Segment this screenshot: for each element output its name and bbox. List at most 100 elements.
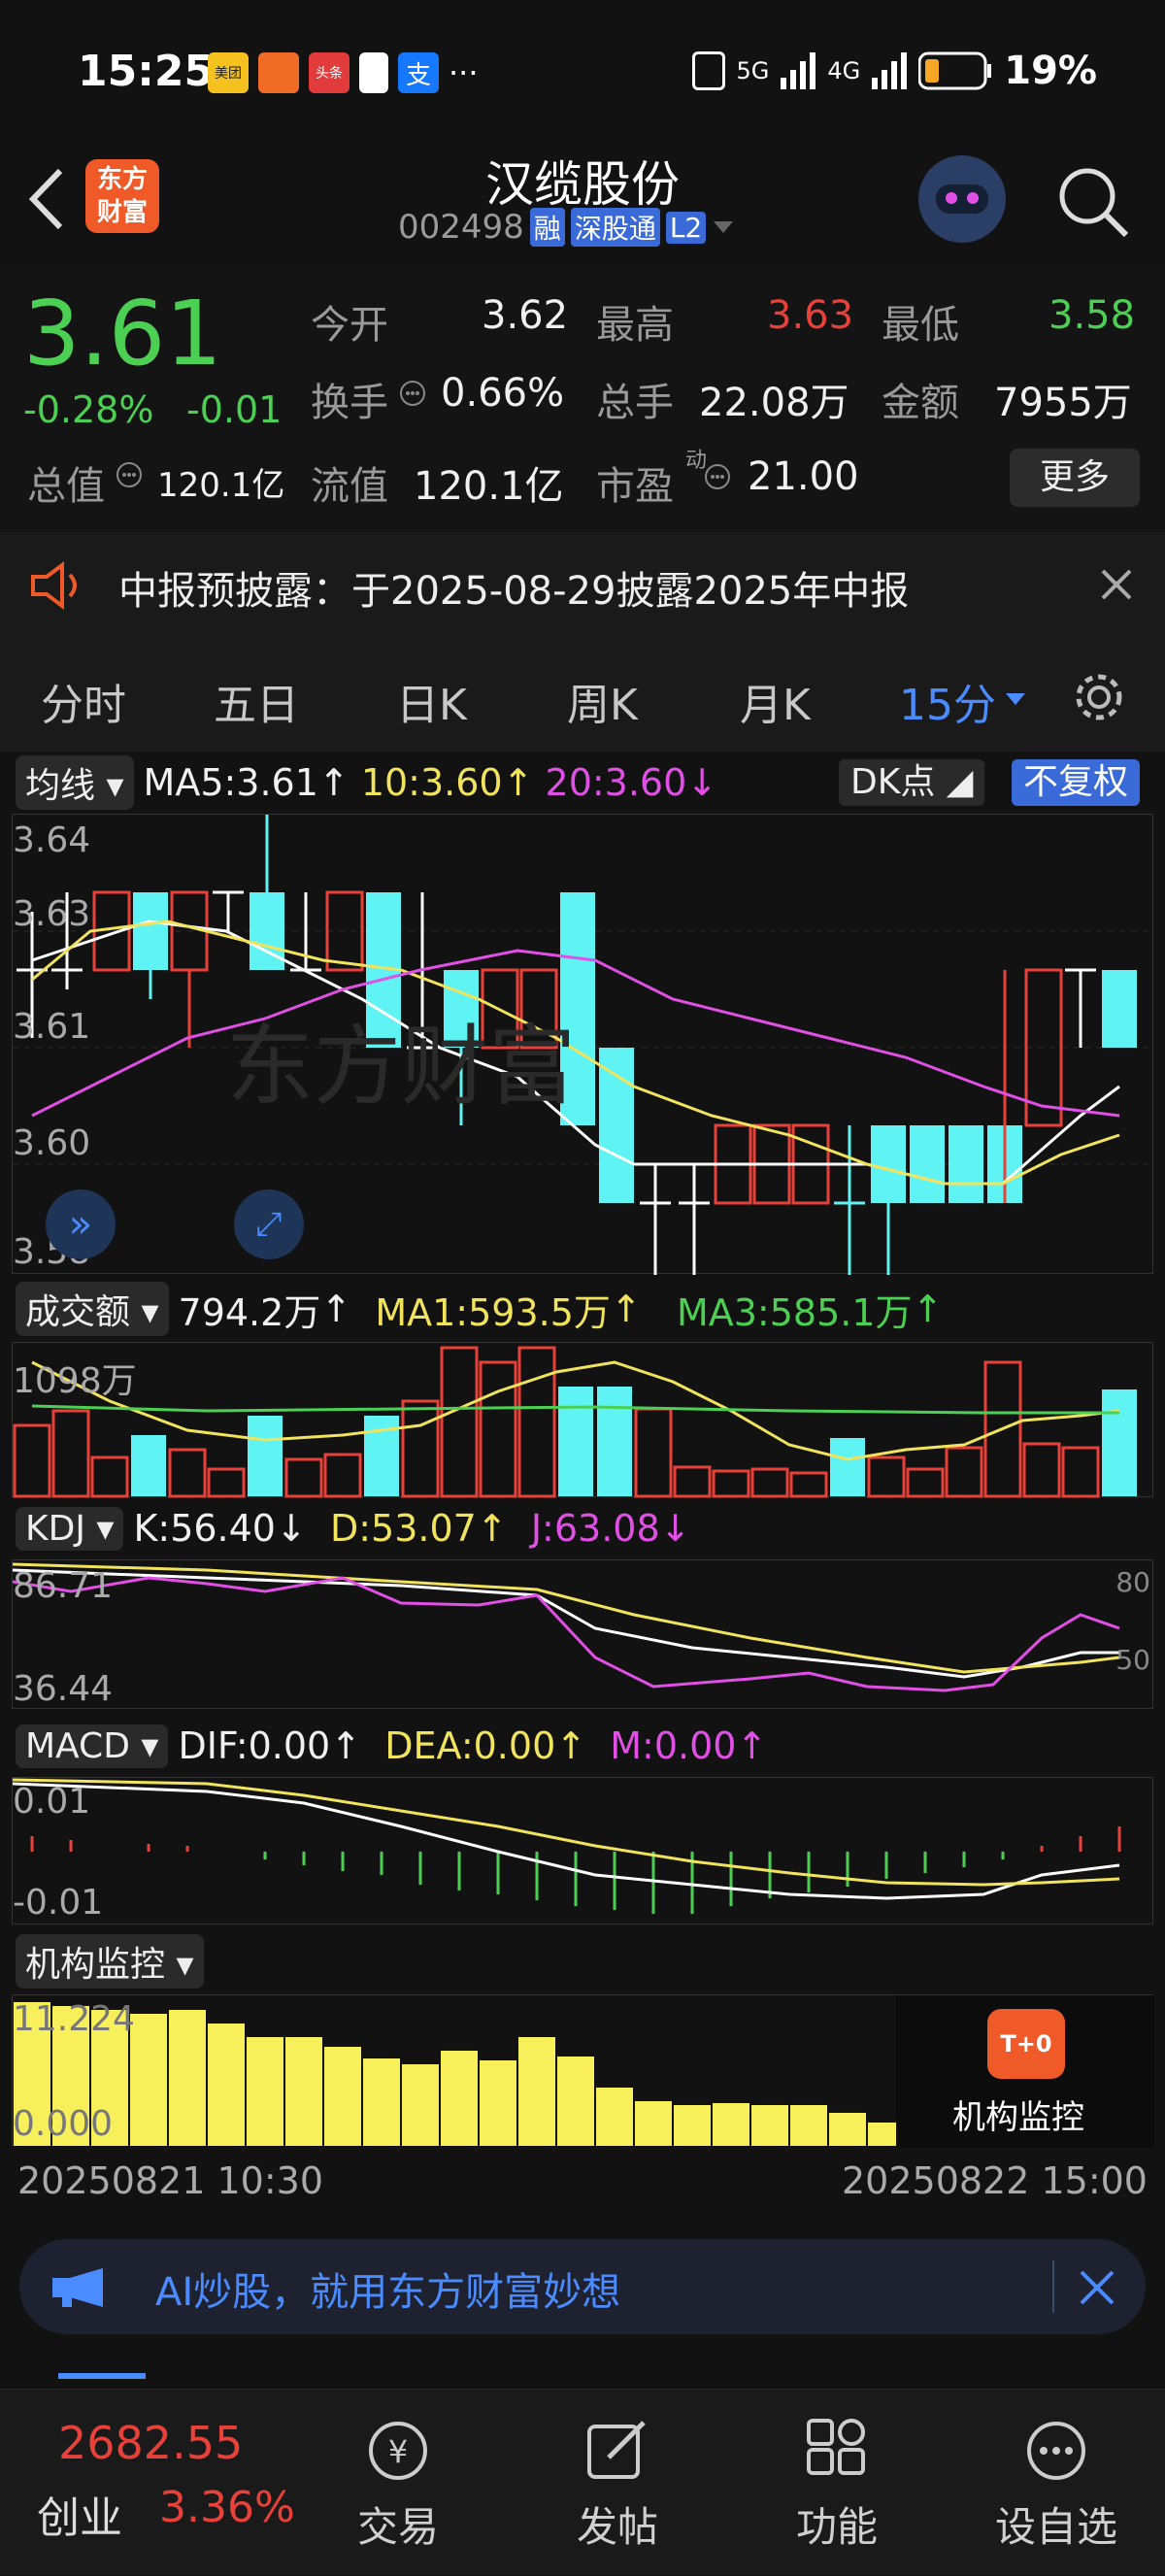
inst-panel[interactable]: 11.224 0.000 T+0 机构监控	[12, 1994, 1154, 2148]
nav-add-watchlist[interactable]: 设自选	[959, 2390, 1153, 2576]
kline-chart: 东方财富	[13, 815, 1154, 1275]
t0-calendar-icon[interactable]: T+0	[987, 2009, 1065, 2079]
volume-panel[interactable]: 1098万	[12, 1342, 1153, 1498]
low-value: 3.58	[1048, 293, 1136, 338]
network-4g: 4G	[827, 57, 861, 84]
change-amount: -0.01	[186, 388, 283, 431]
candles	[17, 815, 1137, 1275]
svg-text:¥: ¥	[388, 2433, 408, 2470]
tab-intraday[interactable]: 分时	[41, 670, 126, 732]
search-icon[interactable]	[1056, 165, 1130, 239]
robot-assistant-icon[interactable]	[918, 155, 1006, 243]
pe-label: 市盈	[596, 464, 674, 509]
chart-area: 均线 ▾ MA5:3.61 ↑ 10:3.60 ↑ 20:3.60 ↓ DK点 ◢ 不…	[0, 755, 1165, 2212]
yuan-icon: ¥	[369, 2422, 427, 2480]
turnover-label: 换手	[311, 381, 388, 425]
close-icon[interactable]	[1078, 2268, 1116, 2307]
kdj-panel[interactable]: 86.71 36.44 80 50	[12, 1559, 1153, 1709]
price-tick: 3.60	[13, 1123, 91, 1163]
stock-code: 002498	[398, 208, 524, 247]
mktcap-label: 总值	[27, 464, 105, 509]
stock-header: 东方 财富 汉缆股份 002498 融 深股通 L2	[0, 146, 1165, 267]
tab-weekly[interactable]: 周K	[567, 670, 638, 732]
kline-panel[interactable]: 东方财富 3.64 3.63 3.61 3.60 3.58 » ⤢	[12, 814, 1154, 1275]
badge-margin: 融	[529, 208, 565, 247]
price-tick: 3.63	[13, 894, 91, 934]
kdj-d: D:53.07	[329, 1507, 477, 1550]
status-time: 15:25	[78, 47, 215, 96]
turnover-value: 0.66%	[441, 371, 565, 416]
meituan-icon: 美团	[208, 52, 249, 93]
amount-label: 金额	[882, 381, 959, 425]
macd-panel[interactable]: 0.01 -0.01	[12, 1777, 1153, 1924]
pe-value: 21.00	[748, 454, 859, 499]
macd-axis-bottom: -0.01	[13, 1883, 104, 1923]
macd-axis-top: 0.01	[13, 1782, 91, 1822]
kdj-k: K:56.40	[133, 1507, 276, 1550]
kdj-axis-top: 86.71	[13, 1566, 114, 1606]
notice-bar[interactable]: 中报预披露：于2025-08-29披露2025年中报	[0, 532, 1165, 637]
time-axis-end: 20250822 15:00	[841, 2159, 1148, 2202]
close-icon[interactable]	[1099, 567, 1134, 602]
kdj-j-line	[12, 1576, 1120, 1692]
inst-chip[interactable]: 机构监控 ▾	[16, 1934, 204, 1989]
edit-icon	[587, 2421, 646, 2479]
float-label: 流值	[311, 464, 388, 509]
amount-value: 7955万	[994, 381, 1132, 425]
volume-ma1: MA1:593.5万	[375, 1290, 611, 1334]
kdj-ref-50: 50	[1115, 1644, 1150, 1676]
info-icon-3[interactable]	[703, 462, 732, 491]
info-icon[interactable]	[398, 379, 427, 408]
nav-functions[interactable]: 功能	[740, 2390, 934, 2576]
volume-chip[interactable]: 成交额 ▾	[16, 1282, 169, 1336]
gear-icon[interactable]	[1072, 670, 1126, 724]
macd-chart	[12, 1778, 1121, 1914]
tab-monthly[interactable]: 月K	[740, 670, 811, 732]
kdj-chart	[12, 1562, 1120, 1692]
megaphone-icon	[52, 2268, 103, 2307]
volume-value: 794.2万	[178, 1290, 321, 1334]
nav-trade[interactable]: ¥ 交易	[301, 2390, 495, 2576]
nav-post[interactable]: 发帖	[520, 2390, 715, 2576]
inst-bars	[12, 2000, 907, 2148]
fullscreen-icon[interactable]: ⤢	[234, 1189, 304, 1259]
tab-15min[interactable]: 15分	[899, 670, 996, 732]
ma10-value: 10:3.60	[360, 761, 503, 804]
status-app-icons: 美团 头条 支 ···	[208, 52, 479, 93]
high-value: 3.63	[767, 293, 854, 338]
inst-promo-label[interactable]: 机构监控	[952, 2091, 1084, 2138]
battery-percent: 19%	[1004, 49, 1097, 93]
more-button[interactable]: 更多	[1010, 449, 1140, 507]
badge-sgt: 深股通	[570, 208, 660, 247]
macd-legend-row: MACD ▾ DIF:0.00 ↑ DEA:0.00 ↑ M:0.00 ↑	[0, 1719, 1165, 1773]
low-label: 最低	[882, 303, 959, 348]
notice-text: 中报预披露：于2025-08-29披露2025年中报	[118, 569, 910, 614]
macd-chip[interactable]: MACD ▾	[16, 1723, 169, 1768]
ma-chip[interactable]: 均线 ▾	[16, 755, 134, 810]
toutiao-icon: 头条	[309, 52, 350, 93]
app-icon	[258, 52, 299, 93]
expand-left-icon[interactable]: »	[46, 1189, 116, 1259]
dk-point-button[interactable]: DK点 ◢	[839, 759, 985, 806]
info-icon-2[interactable]	[115, 460, 144, 489]
tab-5day[interactable]: 五日	[214, 670, 299, 732]
adjust-button[interactable]: 不复权	[1012, 759, 1141, 806]
tab-daily[interactable]: 日K	[396, 670, 467, 732]
status-bar: 15:25 美团 头条 支 ··· 5G 4G 19%	[0, 0, 1165, 146]
kdj-k-line	[12, 1568, 1119, 1679]
price-tick: 3.61	[13, 1007, 91, 1047]
kdj-axis-bottom: 36.44	[13, 1669, 114, 1709]
ai-promo-bar[interactable]: AI炒股，就用东方财富妙想	[19, 2239, 1146, 2334]
nfc-icon	[691, 51, 725, 90]
kdj-chip[interactable]: KDJ ▾	[16, 1506, 124, 1551]
index-value: 2682.55	[58, 2417, 244, 2469]
index-ticker[interactable]: 2682.55 创业 3.36%	[0, 2390, 311, 2576]
ma5-value: MA5:3.61	[143, 761, 318, 804]
volume-axis: 1098万	[13, 1361, 137, 1401]
grid-icon	[807, 2419, 865, 2475]
signal-icon-2	[872, 52, 908, 89]
volume-value: 22.08万	[699, 381, 849, 425]
stock-code-row[interactable]: 002498 融 深股通 L2	[398, 208, 735, 247]
chevron-down-icon	[714, 221, 734, 233]
volume-legend-row: 成交额 ▾ 794.2万 ↑ MA1:593.5万 ↑ MA3:585.1万 ↑	[0, 1282, 1165, 1336]
